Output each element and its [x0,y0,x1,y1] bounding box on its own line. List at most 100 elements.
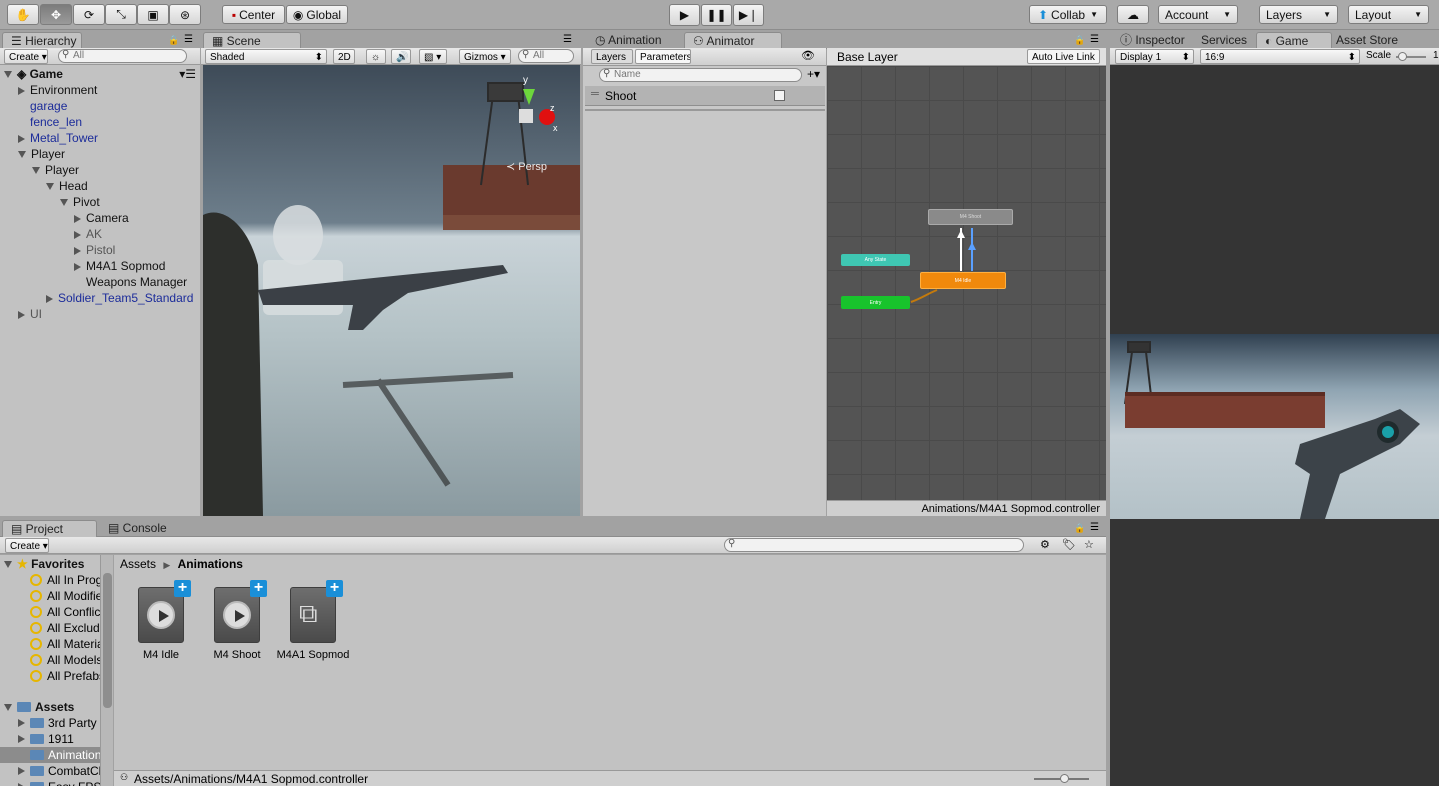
rotate-tool-icon[interactable]: ⟳ [73,4,105,25]
panel-menu-icon[interactable]: ☰ [1090,34,1099,45]
display-dropdown[interactable]: Display 1 ⬍ [1115,49,1194,64]
expand-arrow-icon[interactable] [4,704,12,712]
shading-mode-dropdown[interactable]: Shaded ⬍ [205,49,327,64]
folder-item[interactable]: Animations [0,747,100,763]
tab-hierarchy[interactable]: ☰ Hierarchy [2,32,82,49]
cloud-button[interactable]: ☁ [1117,5,1149,24]
expand-arrow-icon[interactable] [46,183,54,191]
scene-menu-icon[interactable]: ▾☰ [179,66,196,82]
folder-item[interactable]: 1911 [0,731,100,747]
tab-services[interactable]: Services [1193,32,1255,49]
expand-arrow-icon[interactable] [74,246,81,255]
account-dropdown[interactable]: Account ▼ [1158,5,1238,24]
expand-arrow-icon[interactable] [18,735,25,743]
lock-icon[interactable]: 🔒 [168,35,179,46]
hierarchy-create-button[interactable]: Create ▾ [4,49,48,64]
panel-menu-icon[interactable]: ☰ [1090,522,1099,533]
tab-game[interactable]: ◐ Game [1256,32,1332,49]
tab-asset-store[interactable]: Asset Store [1328,32,1439,49]
hierarchy-item[interactable]: Camera [74,210,129,226]
hierarchy-item[interactable]: AK [74,226,102,242]
scrollbar-thumb[interactable] [103,573,112,708]
scene-orientation-gizmo[interactable]: y z x [495,73,563,148]
hierarchy-item[interactable]: M4A1 Sopmod [74,258,165,274]
tree-scrollbar[interactable] [100,555,113,786]
parameters-search-input[interactable]: Name [599,68,802,82]
favorite-item[interactable]: All Prefabs [30,668,100,684]
scene-viewport[interactable]: y z x ≺ Persp [203,65,580,516]
folder-item[interactable]: 3rd Party [0,715,100,731]
favorite-item[interactable]: All In Progress [30,572,100,588]
lock-icon[interactable]: 🔒 [1074,35,1085,46]
expand-arrow-icon[interactable] [46,294,53,303]
layout-dropdown[interactable]: Layout ▼ [1348,5,1429,24]
audio-toggle-icon[interactable]: 🔊 [391,49,411,64]
step-button[interactable]: ▶❘ [733,4,764,26]
expand-arrow-icon[interactable] [60,199,68,207]
expand-arrow-icon[interactable] [18,86,25,95]
rect-tool-icon[interactable]: ▣ [137,4,169,25]
scale-slider-thumb[interactable] [1398,52,1407,61]
auto-live-link-toggle[interactable]: Auto Live Link [1027,49,1100,64]
animator-graph[interactable]: M4 Shoot M4 Idle Any State Entry [827,66,1106,500]
favorites-header[interactable]: ★ Favorites [4,556,84,572]
breadcrumb-current[interactable]: Animations [178,557,243,571]
tab-layers[interactable]: Layers [591,49,633,64]
tab-parameters[interactable]: Parameters [635,49,691,64]
filter-label-icon[interactable]: 🏷 [1062,538,1076,551]
tab-inspector[interactable]: ⓘ Inspector [1112,32,1188,49]
expand-arrow-icon[interactable] [4,71,12,79]
space-global-button[interactable]: ◉ Global [286,5,348,24]
scene-root[interactable]: ◈ Game ▾☰ [4,66,198,82]
favorite-item[interactable]: All Modified [30,588,100,604]
asset-item[interactable]: ⧉ + M4A1 Sopmod [277,580,350,665]
gizmo-center-cube[interactable] [519,109,533,123]
eye-icon[interactable]: 👁 [801,49,815,62]
favorite-item[interactable]: All Conflicts [30,604,100,620]
panel-menu-icon[interactable]: ☰ [563,34,572,45]
favorite-item[interactable]: All Excluded [30,620,100,636]
drag-handle-icon[interactable]: ═ [591,88,599,100]
folder-item[interactable]: Easy FPS [0,779,100,786]
parameter-name[interactable]: Shoot [605,89,636,103]
hierarchy-item[interactable]: UI [18,306,42,322]
filter-type-icon[interactable]: ⚙ [1040,538,1050,551]
layers-dropdown[interactable]: Layers ▼ [1259,5,1338,24]
parameter-row[interactable]: ═ Shoot [585,86,825,106]
expand-arrow-icon[interactable] [74,214,81,223]
collab-button[interactable]: ⬆ Collab ▼ [1029,5,1107,24]
effects-toggle-icon[interactable]: ▧ ▾ [419,49,447,64]
expand-arrow-icon[interactable] [32,167,40,175]
tab-scene[interactable]: ▦ Scene [203,32,301,49]
asset-item[interactable]: + M4 Shoot [204,580,270,665]
hierarchy-item[interactable]: Player [18,146,65,162]
tab-project[interactable]: ▤ Project [2,520,97,537]
expand-arrow-icon[interactable] [74,262,81,271]
tab-animator[interactable]: ⚇ Animator [684,32,782,49]
favorite-item[interactable]: All Models [30,652,100,668]
add-parameter-icon[interactable]: +▾ [807,67,820,81]
favorite-star-icon[interactable]: ☆ [1084,538,1094,551]
hierarchy-item[interactable]: Environment [18,82,97,98]
hierarchy-item[interactable]: Pivot [60,194,100,210]
pivot-center-button[interactable]: ▪ Center [222,5,285,24]
expand-arrow-icon[interactable] [74,230,81,239]
hierarchy-item[interactable]: Pistol [74,242,115,258]
expand-arrow-icon[interactable] [4,561,12,569]
scale-tool-icon[interactable]: ⤡ [105,4,137,25]
base-layer-breadcrumb[interactable]: Base Layer [837,50,898,64]
hierarchy-item[interactable]: Player [32,162,79,178]
2d-toggle[interactable]: 2D [333,49,355,64]
game-view[interactable] [1110,65,1439,786]
lighting-toggle-icon[interactable]: ☼ [366,49,386,64]
project-search-input[interactable] [724,538,1024,552]
aspect-dropdown[interactable]: 16:9 ⬍ [1200,49,1360,64]
project-create-button[interactable]: Create ▾ [5,538,49,553]
pause-button[interactable]: ❚❚ [701,4,732,26]
expand-arrow-icon[interactable] [18,310,25,319]
hierarchy-item[interactable]: Metal_Tower [18,130,98,146]
hierarchy-item[interactable]: Soldier_Team5_Standard [46,290,193,306]
hierarchy-item[interactable]: garage [18,98,67,114]
panel-menu-icon[interactable]: ☰ [184,34,193,45]
hierarchy-search-input[interactable]: All [58,49,187,63]
